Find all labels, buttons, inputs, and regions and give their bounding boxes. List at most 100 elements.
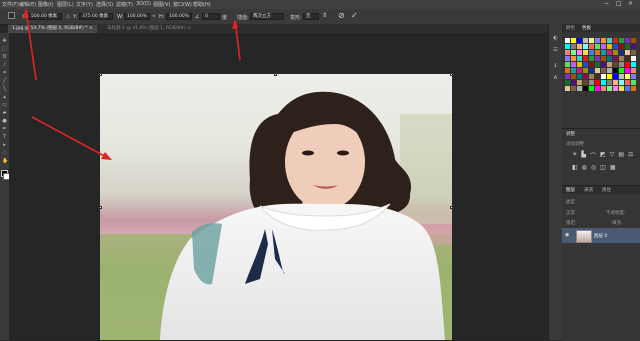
swatch[interactable] — [625, 56, 630, 61]
swatch[interactable] — [631, 74, 636, 79]
eye-icon[interactable]: ◉ — [565, 232, 569, 238]
swatch[interactable] — [577, 56, 582, 61]
warp-mode-icon[interactable]: ⇕ — [322, 12, 327, 19]
swatch[interactable] — [601, 80, 606, 85]
height-field[interactable]: 100.00% — [166, 13, 192, 20]
layer-name[interactable]: 图层 0 — [594, 233, 607, 239]
tab-close-icon[interactable]: × — [187, 26, 191, 31]
layer-kind-filter[interactable]: 类型 — [566, 199, 575, 205]
hand-tool-icon[interactable]: ✋ — [2, 159, 8, 164]
swatch[interactable] — [595, 38, 600, 43]
swatch[interactable] — [589, 56, 594, 61]
swatch[interactable] — [595, 68, 600, 73]
swatch[interactable] — [595, 86, 600, 91]
swatch[interactable] — [595, 44, 600, 49]
menu-file[interactable]: 文件(F) — [2, 1, 19, 8]
swatch[interactable] — [607, 80, 612, 85]
swatch[interactable] — [625, 44, 630, 49]
y-field[interactable]: 375.00 像素 — [79, 13, 113, 20]
swatch[interactable] — [625, 62, 630, 67]
swatch[interactable] — [583, 50, 588, 55]
transform-handle-top-left[interactable] — [99, 73, 102, 76]
lasso-tool-icon[interactable]: ʘ — [2, 55, 7, 60]
close-button[interactable]: × — [628, 0, 633, 7]
menu-view[interactable]: 视图(V) — [153, 1, 170, 8]
swatch[interactable] — [577, 50, 582, 55]
history-icon[interactable]: ◐ — [553, 36, 558, 41]
invert-icon[interactable]: ◫ — [600, 164, 606, 171]
swatch[interactable] — [631, 50, 636, 55]
eyedropper-tool-icon[interactable]: ╱ — [2, 79, 7, 84]
swatch[interactable] — [607, 44, 612, 49]
swatch[interactable] — [619, 62, 624, 67]
swatch[interactable] — [619, 38, 624, 43]
swatch[interactable] — [631, 38, 636, 43]
swatch[interactable] — [583, 38, 588, 43]
swatch[interactable] — [577, 68, 582, 73]
move-tool-icon[interactable]: ✥ — [2, 39, 7, 44]
swatch[interactable] — [595, 56, 600, 61]
swatch[interactable] — [589, 80, 594, 85]
swatch[interactable] — [607, 50, 612, 55]
transform-handle-top[interactable] — [274, 73, 277, 76]
swatch[interactable] — [625, 74, 630, 79]
swatch[interactable] — [613, 38, 618, 43]
pen-tool-icon[interactable]: ✒ — [2, 127, 7, 132]
link-icon[interactable]: ∞ — [152, 14, 156, 19]
swatch[interactable] — [619, 74, 624, 79]
swatch[interactable] — [565, 44, 570, 49]
swatch[interactable] — [595, 80, 600, 85]
vibrance-icon[interactable]: ▽ — [610, 151, 615, 160]
swatch[interactable] — [571, 50, 576, 55]
cancel-transform-icon[interactable]: ⊘ — [338, 11, 345, 20]
swatch[interactable] — [565, 74, 570, 79]
swatch[interactable] — [589, 74, 594, 79]
swatch[interactable] — [619, 80, 624, 85]
tab-document-2[interactable]: 未标题-1 @ 41.6% (图层 1, RGB/8#) × — [103, 25, 195, 33]
swatch[interactable] — [613, 56, 618, 61]
swatch[interactable] — [583, 86, 588, 91]
levels-icon[interactable]: ▙ — [581, 151, 586, 160]
tab-document-1[interactable]: 1.jpg @ 54.7% (图层 0, RGB/8#) * × — [8, 25, 97, 33]
menu-filter[interactable]: 滤镜(T) — [116, 1, 133, 8]
eraser-tool-icon[interactable]: ▭ — [2, 103, 7, 108]
swatch[interactable] — [619, 44, 624, 49]
swatch[interactable] — [619, 56, 624, 61]
swatch[interactable] — [565, 62, 570, 67]
angle-field[interactable]: 0 — [202, 13, 220, 20]
swatch[interactable] — [583, 80, 588, 85]
tab-channels[interactable]: 通道 — [584, 187, 593, 193]
swatch[interactable] — [595, 74, 600, 79]
swatch[interactable] — [571, 74, 576, 79]
swatch[interactable] — [613, 62, 618, 67]
menu-select[interactable]: 选择(S) — [96, 1, 113, 8]
swatch[interactable] — [613, 74, 618, 79]
swatch[interactable] — [577, 74, 582, 79]
swatch[interactable] — [601, 38, 606, 43]
swatch[interactable] — [613, 44, 618, 49]
maximize-button[interactable]: □ — [616, 0, 622, 7]
swatch[interactable] — [577, 62, 582, 67]
swatch[interactable] — [589, 50, 594, 55]
swatch[interactable] — [607, 86, 612, 91]
transform-handle-top-right[interactable] — [450, 73, 453, 76]
swatch[interactable] — [583, 44, 588, 49]
swatch[interactable] — [619, 50, 624, 55]
swatch[interactable] — [571, 86, 576, 91]
bw-icon[interactable]: ◧ — [572, 164, 578, 171]
swatch[interactable] — [565, 56, 570, 61]
tab-paths[interactable]: 路径 — [602, 187, 611, 193]
swatch[interactable] — [625, 50, 630, 55]
properties-icon[interactable]: ☰ — [553, 48, 558, 53]
character-icon[interactable]: A — [553, 76, 558, 81]
menu-type[interactable]: 文字(Y) — [76, 1, 93, 8]
brush-tool-icon[interactable]: ╲ — [2, 87, 7, 92]
tab-close-icon[interactable]: × — [89, 26, 93, 31]
posterize-icon[interactable]: ▦ — [610, 164, 616, 171]
layer-row[interactable]: ◉ 图层 0 — [562, 228, 640, 243]
path-select-tool-icon[interactable]: ▸ — [2, 143, 7, 148]
crop-tool-icon[interactable]: ⌗ — [2, 71, 7, 76]
info-icon[interactable]: ℹ — [553, 64, 558, 69]
menu-image[interactable]: 图像(I) — [38, 1, 53, 8]
swatch[interactable] — [571, 62, 576, 67]
